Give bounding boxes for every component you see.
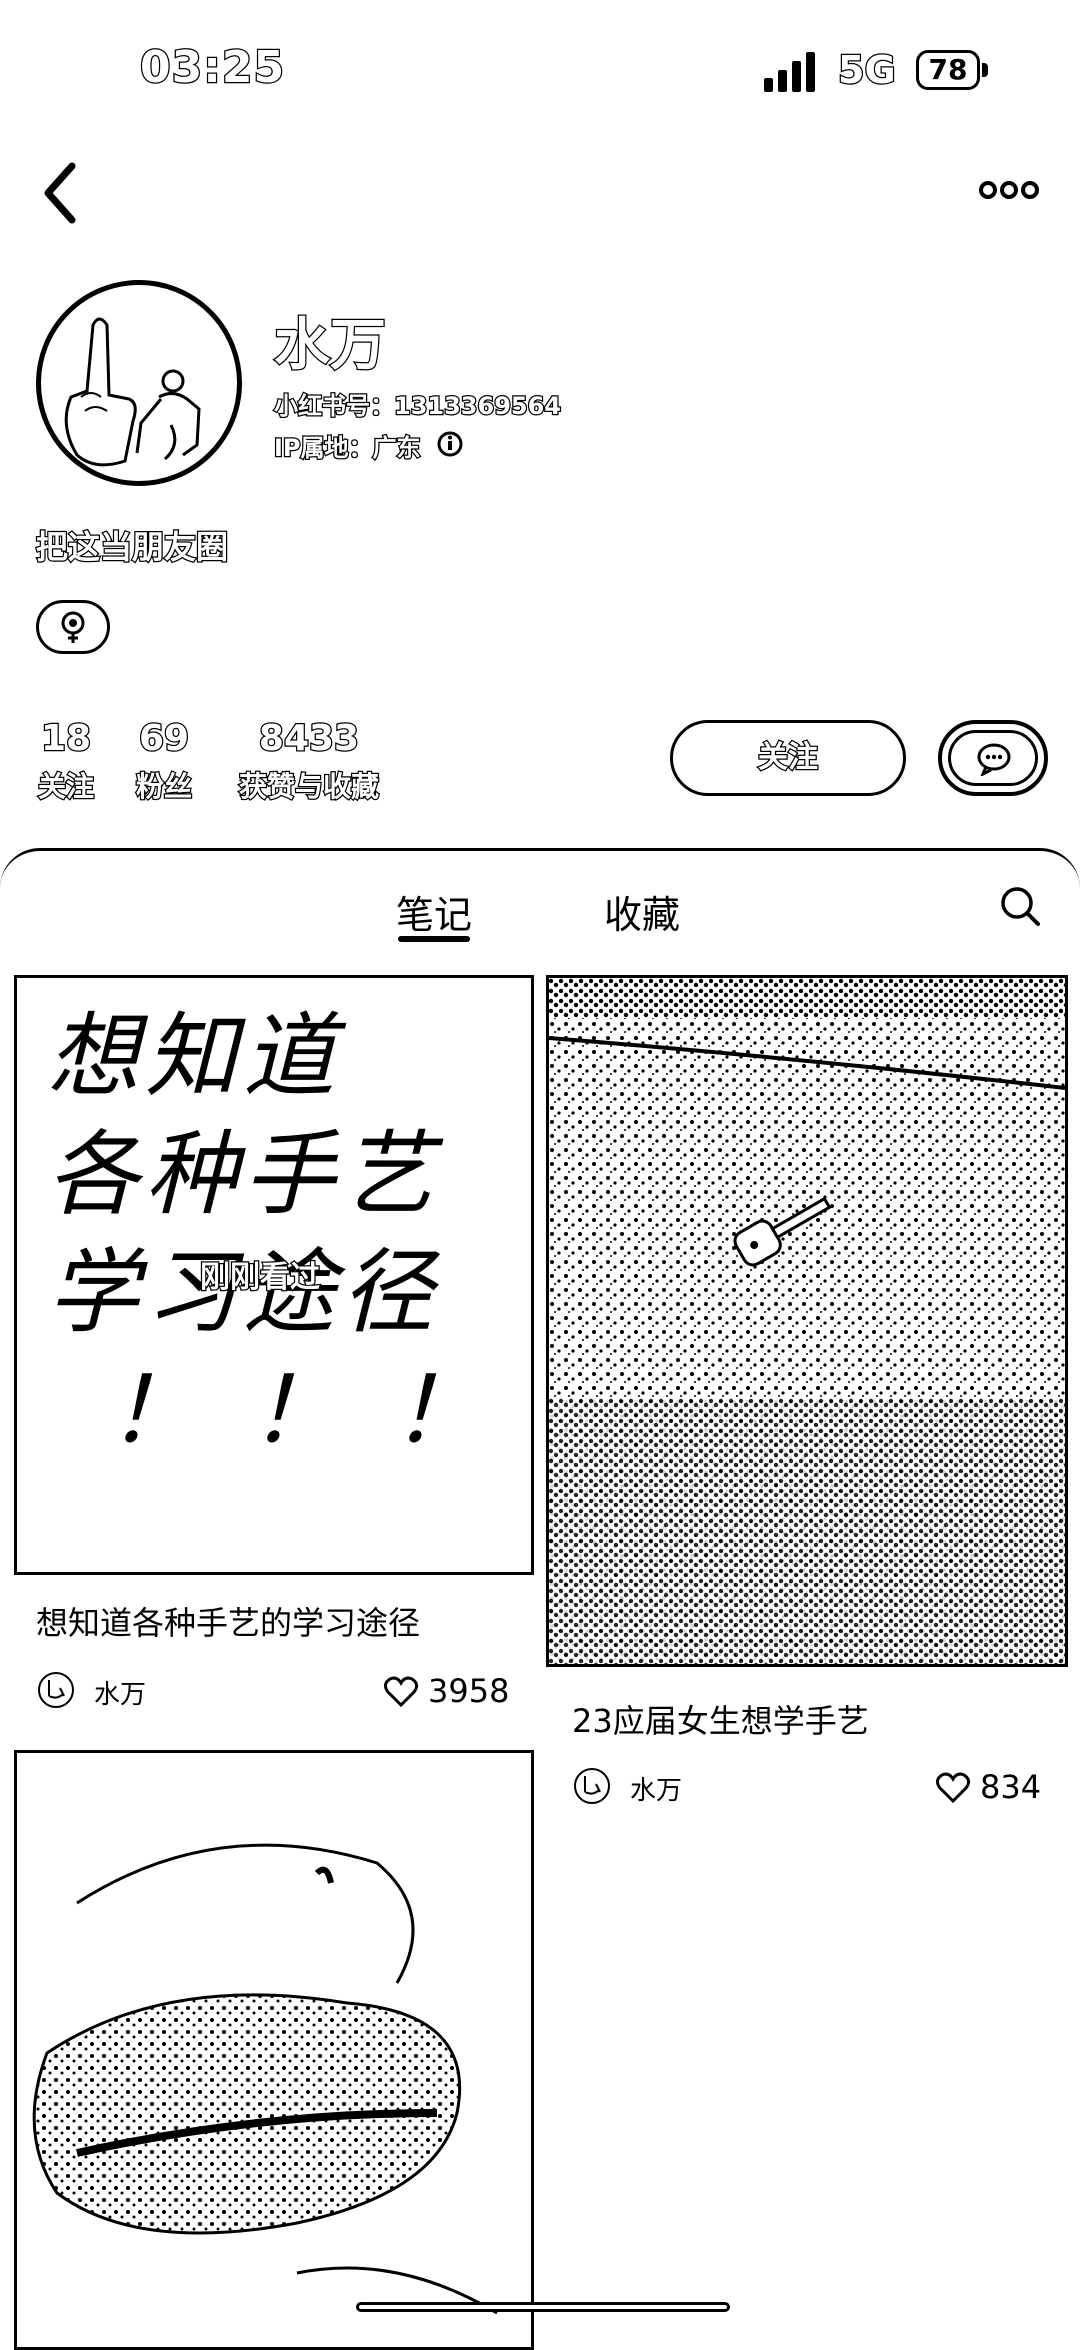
- signal-icon: [764, 52, 815, 92]
- handwriting-line-1: 想知道: [47, 1003, 342, 1110]
- stat-following-label: 关注: [37, 769, 96, 805]
- handwriting-line-4: ！！！: [107, 1357, 534, 1464]
- battery-cap: [982, 63, 988, 77]
- gender-badge: [36, 600, 110, 654]
- battery-indicator: 78: [916, 50, 990, 94]
- female-icon: [61, 611, 85, 643]
- stat-likes-value: 8433: [258, 717, 361, 761]
- home-indicator[interactable]: [356, 2302, 730, 2312]
- heart-icon[interactable]: [936, 1772, 970, 1804]
- stat-following-value: 18: [40, 717, 93, 761]
- ip-location: IP属地：广东: [273, 433, 422, 464]
- note-card-3-photo: [17, 1753, 531, 2347]
- note-card-1-title[interactable]: 想知道各种手艺的学习途径: [36, 1598, 420, 1644]
- chat-button[interactable]: [938, 720, 1048, 796]
- note-card-2-photo: [549, 978, 1065, 1664]
- profile-name: 水万: [273, 312, 388, 380]
- note-card-2-image[interactable]: [546, 975, 1068, 1667]
- note-card-2-author-avatar: [574, 1768, 610, 1804]
- avatar[interactable]: [36, 280, 242, 486]
- profile-bio: 把这当朋友圈: [35, 527, 230, 568]
- note-card-1-handwriting: 想知道 各种手艺 学习途径 ！！！: [47, 998, 534, 1470]
- more-dots-icon[interactable]: [978, 170, 1040, 210]
- tab-notes[interactable]: 笔记: [396, 884, 472, 939]
- tab-active-indicator: [398, 936, 470, 942]
- avatar-drawing: [64, 317, 201, 467]
- note-card-1-author-avatar: [38, 1672, 74, 1708]
- chevron-left-icon[interactable]: [36, 158, 86, 228]
- note-card-2-author[interactable]: 水万: [630, 1770, 682, 1807]
- stat-followers-label: 粉丝: [135, 769, 194, 805]
- info-icon[interactable]: [436, 430, 464, 458]
- heart-icon[interactable]: [384, 1676, 418, 1708]
- stat-likes-collects[interactable]: 8433 获赞与收藏: [234, 717, 384, 805]
- battery-level: 78: [916, 50, 980, 90]
- stat-followers[interactable]: 69 粉丝: [134, 717, 194, 805]
- stat-following[interactable]: 18 关注: [36, 717, 96, 805]
- search-icon[interactable]: [998, 884, 1042, 928]
- follow-button[interactable]: 关注: [670, 720, 906, 796]
- note-card-2-title[interactable]: 23应届女生想学手艺: [572, 1696, 869, 1742]
- recently-viewed-tag: 刚刚看过: [199, 1259, 322, 1297]
- chat-bubble-icon: [977, 743, 1011, 776]
- note-card-1-author[interactable]: 水万: [94, 1674, 146, 1711]
- red-id[interactable]: 小红书号：1313369564: [273, 386, 563, 422]
- stat-followers-value: 69: [138, 717, 191, 761]
- note-card-3-image[interactable]: [14, 1750, 534, 2350]
- handwriting-line-2: 各种手艺: [47, 1121, 440, 1228]
- stat-likes-label: 获赞与收藏: [238, 769, 381, 805]
- status-time: 03:25: [139, 41, 286, 95]
- network-type: 5G: [837, 47, 897, 94]
- note-card-2-likes: 834: [980, 1768, 1042, 1806]
- note-card-1-likes: 3958: [428, 1672, 510, 1710]
- tab-favorites[interactable]: 收藏: [604, 884, 680, 939]
